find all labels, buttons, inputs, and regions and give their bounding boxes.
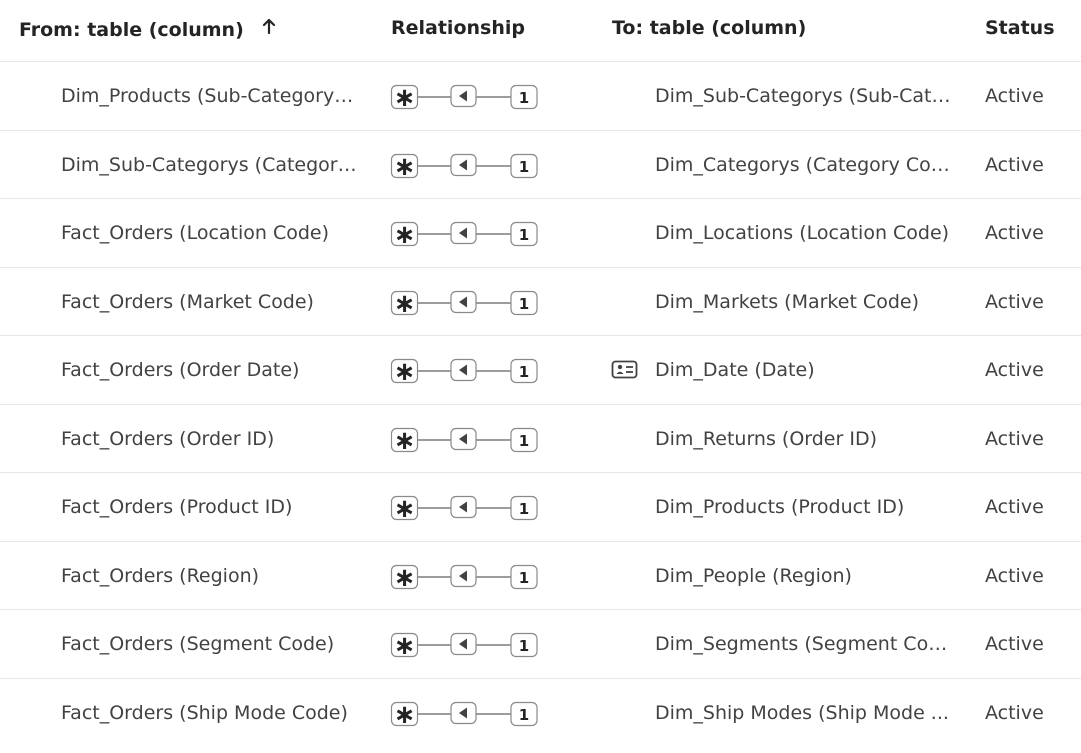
column-header-from[interactable]: From: table (column) <box>19 0 276 61</box>
svg-text:∗: ∗ <box>394 83 416 111</box>
svg-text:∗: ∗ <box>394 426 416 454</box>
column-header-from-label: From: table (column) <box>19 19 244 41</box>
svg-text:∗: ∗ <box>394 152 416 180</box>
relationships-table: From: table (column) Relationship To: ta… <box>0 0 1081 747</box>
from-column-cell: Fact_Orders (Segment Code) <box>61 633 335 655</box>
svg-text:∗: ∗ <box>394 563 416 591</box>
status-cell: Active <box>985 153 1044 176</box>
relationship-cell: ∗ 1 <box>390 679 540 747</box>
many-to-one-relationship-icon: ∗ 1 <box>390 220 538 248</box>
to-icon-slot <box>611 199 641 267</box>
to-column-cell: Dim_Segments (Segment Code) <box>655 633 957 655</box>
table-row[interactable]: Fact_Orders (Location Code) ∗ 1 Dim_Loca… <box>0 199 1081 268</box>
to-column-cell: Dim_Markets (Market Code) <box>655 290 919 313</box>
relationship-cell: ∗ 1 <box>390 336 540 404</box>
relationship-cell: ∗ 1 <box>390 542 540 610</box>
date-table-icon <box>611 336 641 404</box>
from-column-cell: Fact_Orders (Order Date) <box>61 359 300 381</box>
to-column-cell: Dim_Date (Date) <box>655 359 815 381</box>
many-to-one-relationship-icon: ∗ 1 <box>390 494 538 522</box>
status-cell: Active <box>985 359 1044 381</box>
svg-text:1: 1 <box>519 500 529 518</box>
column-header-status[interactable]: Status <box>985 0 1055 61</box>
table-row[interactable]: Fact_Orders (Segment Code) ∗ 1 Dim_Segme… <box>0 610 1081 679</box>
to-icon-slot <box>611 610 641 678</box>
to-column-cell: Dim_Products (Product ID) <box>655 496 905 518</box>
from-column-cell: Fact_Orders (Order ID) <box>61 427 275 450</box>
relationship-cell: ∗ 1 <box>390 199 540 267</box>
to-icon-slot <box>611 542 641 610</box>
svg-text:∗: ∗ <box>394 494 416 522</box>
column-header-to[interactable]: To: table (column) <box>612 0 806 61</box>
to-icon-slot <box>611 62 641 130</box>
table-header: From: table (column) Relationship To: ta… <box>0 0 1081 62</box>
to-column-cell: Dim_People (Region) <box>655 564 852 587</box>
relationship-cell: ∗ 1 <box>390 473 540 541</box>
to-icon-slot <box>611 131 641 199</box>
column-header-relationship[interactable]: Relationship <box>391 0 525 61</box>
many-to-one-relationship-icon: ∗ 1 <box>390 83 538 111</box>
svg-text:1: 1 <box>519 706 529 724</box>
status-cell: Active <box>985 290 1044 313</box>
arrow-up-icon <box>262 0 276 57</box>
svg-text:1: 1 <box>519 637 529 655</box>
relationship-cell: ∗ 1 <box>390 610 540 678</box>
table-row[interactable]: Fact_Orders (Region) ∗ 1 Dim_People (Reg… <box>0 542 1081 610</box>
to-icon-slot <box>611 268 641 336</box>
relationship-cell: ∗ 1 <box>390 62 540 130</box>
many-to-one-relationship-icon: ∗ 1 <box>390 563 538 591</box>
svg-text:1: 1 <box>519 363 529 381</box>
status-cell: Active <box>985 222 1044 244</box>
to-column-cell: Dim_Returns (Order ID) <box>655 427 877 450</box>
from-column-cell: Fact_Orders (Ship Mode Code) <box>61 701 348 724</box>
to-column-cell: Dim_Sub-Categorys (Sub-Cate... <box>655 85 957 107</box>
svg-text:∗: ∗ <box>394 631 416 659</box>
to-icon-slot <box>611 679 641 747</box>
to-column-cell: Dim_Locations (Location Code) <box>655 222 950 244</box>
svg-text:∗: ∗ <box>394 357 416 385</box>
from-column-cell: Fact_Orders (Market Code) <box>61 290 314 313</box>
table-body: Dim_Products (Sub-Category ... ∗ 1 Dim_S… <box>0 62 1081 747</box>
many-to-one-relationship-icon: ∗ 1 <box>390 357 538 385</box>
table-row[interactable]: Fact_Orders (Order ID) ∗ 1 Dim_Returns (… <box>0 405 1081 473</box>
status-cell: Active <box>985 701 1044 724</box>
to-column-cell: Dim_Categorys (Category Code) <box>655 153 957 176</box>
table-row[interactable]: Fact_Orders (Order Date) ∗ 1 Dim_Date (D… <box>0 336 1081 405</box>
from-column-cell: Dim_Sub-Categorys (Category... <box>61 153 357 176</box>
to-icon-slot <box>611 473 641 541</box>
svg-text:∗: ∗ <box>394 700 416 728</box>
many-to-one-relationship-icon: ∗ 1 <box>390 289 538 317</box>
table-row[interactable]: Fact_Orders (Ship Mode Code) ∗ 1 Dim_Shi… <box>0 679 1081 748</box>
many-to-one-relationship-icon: ∗ 1 <box>390 631 538 659</box>
svg-text:∗: ∗ <box>394 220 416 248</box>
from-column-cell: Fact_Orders (Location Code) <box>61 222 330 244</box>
svg-text:1: 1 <box>519 295 529 313</box>
svg-text:∗: ∗ <box>394 289 416 317</box>
many-to-one-relationship-icon: ∗ 1 <box>390 426 538 454</box>
many-to-one-relationship-icon: ∗ 1 <box>390 700 538 728</box>
svg-text:1: 1 <box>519 158 529 176</box>
relationship-cell: ∗ 1 <box>390 268 540 336</box>
svg-text:1: 1 <box>519 432 529 450</box>
relationship-cell: ∗ 1 <box>390 405 540 473</box>
table-row[interactable]: Fact_Orders (Market Code) ∗ 1 Dim_Market… <box>0 268 1081 336</box>
status-cell: Active <box>985 496 1044 518</box>
svg-text:1: 1 <box>519 89 529 107</box>
svg-text:1: 1 <box>519 569 529 587</box>
status-cell: Active <box>985 633 1044 655</box>
svg-text:1: 1 <box>519 226 529 244</box>
many-to-one-relationship-icon: ∗ 1 <box>390 152 538 180</box>
table-row[interactable]: Dim_Sub-Categorys (Category... ∗ 1 Dim_C… <box>0 131 1081 199</box>
status-cell: Active <box>985 564 1044 587</box>
table-row[interactable]: Dim_Products (Sub-Category ... ∗ 1 Dim_S… <box>0 62 1081 131</box>
to-column-cell: Dim_Ship Modes (Ship Mode ... <box>655 701 949 724</box>
to-icon-slot <box>611 405 641 473</box>
from-column-cell: Fact_Orders (Product ID) <box>61 496 293 518</box>
from-column-cell: Dim_Products (Sub-Category ... <box>61 85 357 107</box>
status-cell: Active <box>985 427 1044 450</box>
relationship-cell: ∗ 1 <box>390 131 540 199</box>
table-row[interactable]: Fact_Orders (Product ID) ∗ 1 Dim_Product… <box>0 473 1081 542</box>
status-cell: Active <box>985 85 1044 107</box>
from-column-cell: Fact_Orders (Region) <box>61 564 260 587</box>
